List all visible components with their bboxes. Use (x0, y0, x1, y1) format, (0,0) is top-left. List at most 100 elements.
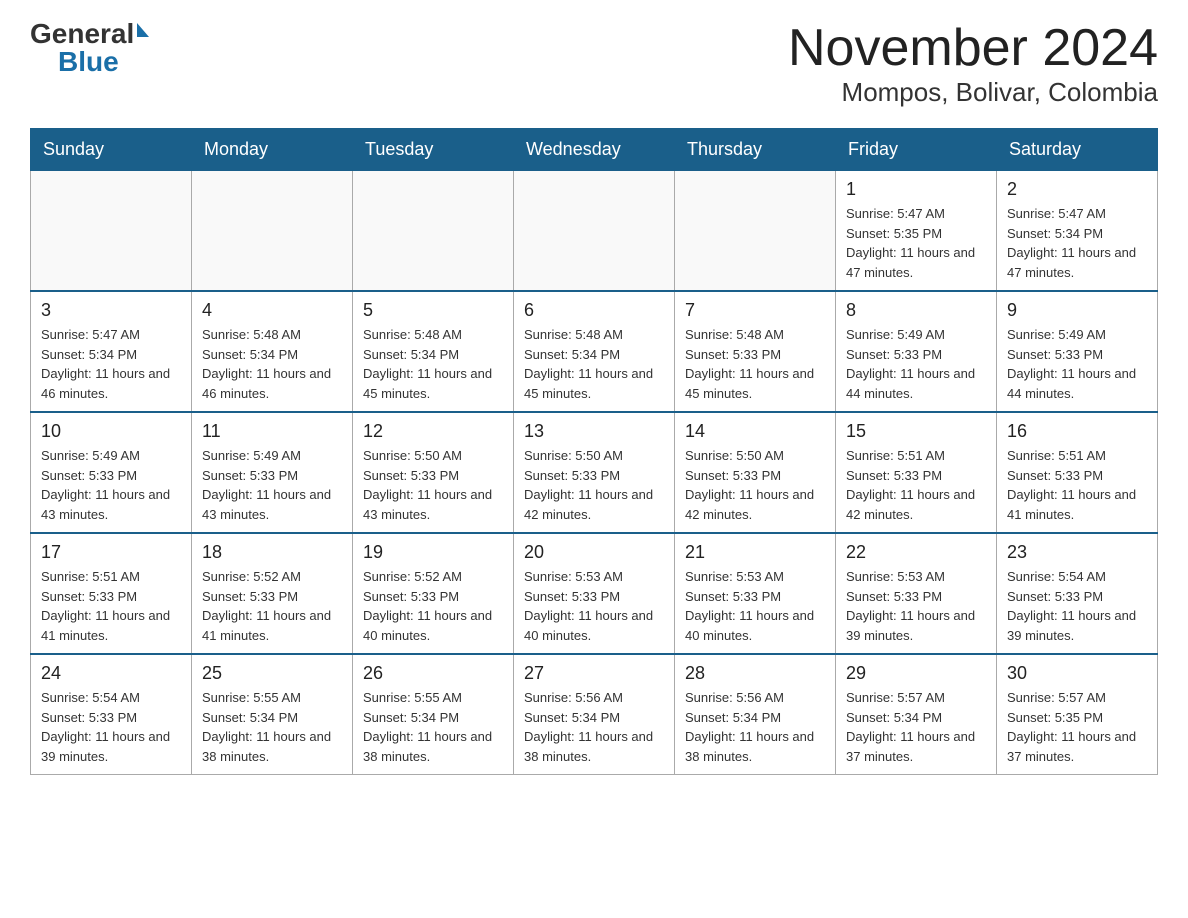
day-number: 16 (1007, 421, 1147, 442)
table-row (675, 171, 836, 292)
day-info: Sunrise: 5:52 AM Sunset: 5:33 PM Dayligh… (202, 567, 342, 645)
day-number: 17 (41, 542, 181, 563)
col-saturday: Saturday (997, 129, 1158, 171)
day-number: 12 (363, 421, 503, 442)
day-info: Sunrise: 5:47 AM Sunset: 5:34 PM Dayligh… (41, 325, 181, 403)
table-row: 3 Sunrise: 5:47 AM Sunset: 5:34 PM Daylig… (31, 291, 192, 412)
day-number: 1 (846, 179, 986, 200)
col-sunday: Sunday (31, 129, 192, 171)
day-info: Sunrise: 5:48 AM Sunset: 5:33 PM Dayligh… (685, 325, 825, 403)
day-number: 30 (1007, 663, 1147, 684)
table-row: 8 Sunrise: 5:49 AM Sunset: 5:33 PM Daylig… (836, 291, 997, 412)
location: Mompos, Bolivar, Colombia (788, 77, 1158, 108)
calendar-week-row: 24 Sunrise: 5:54 AM Sunset: 5:33 PM Dayli… (31, 654, 1158, 775)
day-number: 19 (363, 542, 503, 563)
logo-blue-text: Blue (58, 48, 119, 76)
table-row: 19 Sunrise: 5:52 AM Sunset: 5:33 PM Dayli… (353, 533, 514, 654)
day-number: 11 (202, 421, 342, 442)
logo: General Blue (30, 20, 149, 76)
day-number: 3 (41, 300, 181, 321)
day-info: Sunrise: 5:48 AM Sunset: 5:34 PM Dayligh… (524, 325, 664, 403)
day-number: 4 (202, 300, 342, 321)
day-number: 6 (524, 300, 664, 321)
day-number: 9 (1007, 300, 1147, 321)
table-row: 26 Sunrise: 5:55 AM Sunset: 5:34 PM Dayli… (353, 654, 514, 775)
table-row: 11 Sunrise: 5:49 AM Sunset: 5:33 PM Dayli… (192, 412, 353, 533)
table-row: 12 Sunrise: 5:50 AM Sunset: 5:33 PM Dayli… (353, 412, 514, 533)
table-row: 1 Sunrise: 5:47 AM Sunset: 5:35 PM Daylig… (836, 171, 997, 292)
day-info: Sunrise: 5:51 AM Sunset: 5:33 PM Dayligh… (1007, 446, 1147, 524)
day-number: 21 (685, 542, 825, 563)
day-info: Sunrise: 5:54 AM Sunset: 5:33 PM Dayligh… (41, 688, 181, 766)
table-row: 5 Sunrise: 5:48 AM Sunset: 5:34 PM Daylig… (353, 291, 514, 412)
day-number: 27 (524, 663, 664, 684)
day-info: Sunrise: 5:51 AM Sunset: 5:33 PM Dayligh… (41, 567, 181, 645)
day-info: Sunrise: 5:50 AM Sunset: 5:33 PM Dayligh… (524, 446, 664, 524)
table-row: 28 Sunrise: 5:56 AM Sunset: 5:34 PM Dayli… (675, 654, 836, 775)
table-row: 6 Sunrise: 5:48 AM Sunset: 5:34 PM Daylig… (514, 291, 675, 412)
day-info: Sunrise: 5:52 AM Sunset: 5:33 PM Dayligh… (363, 567, 503, 645)
table-row: 10Sunrise: 5:49 AM Sunset: 5:33 PM Dayli… (31, 412, 192, 533)
table-row: 25 Sunrise: 5:55 AM Sunset: 5:34 PM Dayli… (192, 654, 353, 775)
day-number: 14 (685, 421, 825, 442)
table-row (514, 171, 675, 292)
day-number: 22 (846, 542, 986, 563)
table-row (31, 171, 192, 292)
day-number: 5 (363, 300, 503, 321)
table-row: 30 Sunrise: 5:57 AM Sunset: 5:35 PM Dayli… (997, 654, 1158, 775)
table-row: 13 Sunrise: 5:50 AM Sunset: 5:33 PM Dayli… (514, 412, 675, 533)
calendar-week-row: 1 Sunrise: 5:47 AM Sunset: 5:35 PM Daylig… (31, 171, 1158, 292)
table-row: 22 Sunrise: 5:53 AM Sunset: 5:33 PM Dayli… (836, 533, 997, 654)
table-row: 17 Sunrise: 5:51 AM Sunset: 5:33 PM Dayli… (31, 533, 192, 654)
day-number: 10 (41, 421, 181, 442)
day-info: Sunrise: 5:47 AM Sunset: 5:35 PM Dayligh… (846, 204, 986, 282)
day-number: 26 (363, 663, 503, 684)
day-info: Sunrise: 5:48 AM Sunset: 5:34 PM Dayligh… (202, 325, 342, 403)
table-row: 2Sunrise: 5:47 AM Sunset: 5:34 PM Daylig… (997, 171, 1158, 292)
table-row: 24 Sunrise: 5:54 AM Sunset: 5:33 PM Dayli… (31, 654, 192, 775)
calendar-week-row: 3 Sunrise: 5:47 AM Sunset: 5:34 PM Daylig… (31, 291, 1158, 412)
day-number: 25 (202, 663, 342, 684)
day-number: 15 (846, 421, 986, 442)
table-row (192, 171, 353, 292)
month-title: November 2024 (788, 20, 1158, 77)
day-number: 28 (685, 663, 825, 684)
day-number: 23 (1007, 542, 1147, 563)
day-info: Sunrise: 5:50 AM Sunset: 5:33 PM Dayligh… (685, 446, 825, 524)
day-number: 18 (202, 542, 342, 563)
day-info: Sunrise: 5:57 AM Sunset: 5:35 PM Dayligh… (1007, 688, 1147, 766)
calendar-table: Sunday Monday Tuesday Wednesday Thursday… (30, 128, 1158, 775)
table-row: 21Sunrise: 5:53 AM Sunset: 5:33 PM Dayli… (675, 533, 836, 654)
table-row: 15 Sunrise: 5:51 AM Sunset: 5:33 PM Dayli… (836, 412, 997, 533)
day-info: Sunrise: 5:47 AM Sunset: 5:34 PM Dayligh… (1007, 204, 1147, 282)
day-info: Sunrise: 5:49 AM Sunset: 5:33 PM Dayligh… (202, 446, 342, 524)
day-info: Sunrise: 5:55 AM Sunset: 5:34 PM Dayligh… (363, 688, 503, 766)
day-info: Sunrise: 5:48 AM Sunset: 5:34 PM Dayligh… (363, 325, 503, 403)
day-info: Sunrise: 5:55 AM Sunset: 5:34 PM Dayligh… (202, 688, 342, 766)
calendar-header-row: Sunday Monday Tuesday Wednesday Thursday… (31, 129, 1158, 171)
calendar-week-row: 10 Sunrise: 5:49 AM Sunset: 5:33 PM Dayli… (31, 412, 1158, 533)
day-info: Sunrise: 5:54 AM Sunset: 5:33 PM Dayligh… (1007, 567, 1147, 645)
table-row: 16 Sunrise: 5:51 AM Sunset: 5:33 PM Dayli… (997, 412, 1158, 533)
day-info: Sunrise: 5:49 AM Sunset: 5:33 PM Dayligh… (846, 325, 986, 403)
calendar-week-row: 17 Sunrise: 5:51 AM Sunset: 5:33 PM Dayli… (31, 533, 1158, 654)
day-info: Sunrise: 5:56 AM Sunset: 5:34 PM Dayligh… (685, 688, 825, 766)
day-info: Sunrise: 5:49 AM Sunset: 5:33 PM Dayligh… (1007, 325, 1147, 403)
day-number: 29 (846, 663, 986, 684)
day-number: 8 (846, 300, 986, 321)
day-info: Sunrise: 5:51 AM Sunset: 5:33 PM Dayligh… (846, 446, 986, 524)
day-number: 24 (41, 663, 181, 684)
logo-general-text: General (30, 20, 134, 48)
day-info: Sunrise: 5:57 AM Sunset: 5:34 PM Dayligh… (846, 688, 986, 766)
logo-triangle-icon (137, 23, 149, 37)
day-number: 13 (524, 421, 664, 442)
table-row: 27 Sunrise: 5:56 AM Sunset: 5:34 PM Dayli… (514, 654, 675, 775)
day-info: Sunrise: 5:50 AM Sunset: 5:33 PM Dayligh… (363, 446, 503, 524)
day-info: Sunrise: 5:53 AM Sunset: 5:33 PM Dayligh… (524, 567, 664, 645)
col-thursday: Thursday (675, 129, 836, 171)
page-header: General Blue November 2024 Mompos, Boliv… (30, 20, 1158, 108)
title-section: November 2024 Mompos, Bolivar, Colombia (788, 20, 1158, 108)
day-info: Sunrise: 5:56 AM Sunset: 5:34 PM Dayligh… (524, 688, 664, 766)
day-info: Sunrise: 5:53 AM Sunset: 5:33 PM Dayligh… (846, 567, 986, 645)
col-tuesday: Tuesday (353, 129, 514, 171)
